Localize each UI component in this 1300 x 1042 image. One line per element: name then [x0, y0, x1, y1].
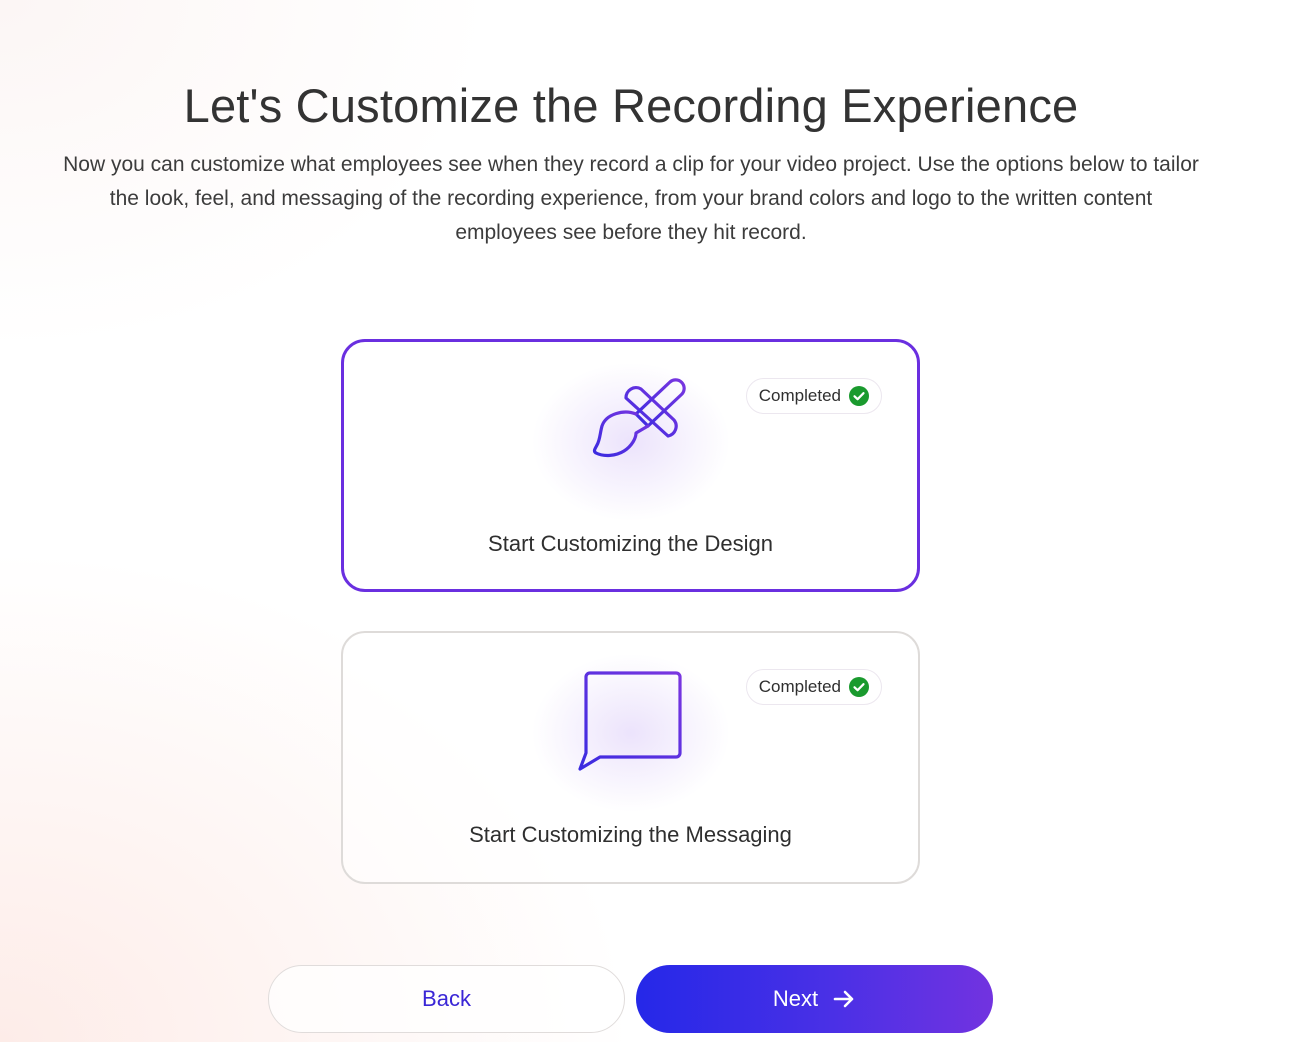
next-button[interactable]: Next: [636, 965, 993, 1033]
back-button[interactable]: Back: [268, 965, 625, 1033]
status-badge: Completed: [745, 669, 882, 705]
status-label: Completed: [758, 677, 841, 696]
check-circle-icon: [849, 677, 869, 697]
status-badge: Completed: [745, 378, 882, 414]
page-description: Now you can customize what employees see…: [63, 153, 1199, 244]
paintbrush-icon: [592, 378, 686, 458]
messaging-option-card[interactable]: Completed Start Customizing the Messagin…: [341, 631, 920, 884]
messaging-option-label: Start Customizing the Messaging: [469, 822, 792, 847]
design-option-card[interactable]: Completed Start Customizing the Design: [341, 339, 920, 592]
chat-message-icon: [577, 671, 682, 771]
check-circle-icon: [849, 386, 869, 406]
back-button-label: Back: [422, 986, 471, 1011]
design-option-label: Start Customizing the Design: [488, 531, 773, 556]
status-label: Completed: [758, 386, 841, 405]
arrow-right-icon: [833, 990, 854, 1008]
page-title: Let's Customize the Recording Experience: [183, 79, 1079, 132]
next-button-label: Next: [772, 986, 819, 1011]
